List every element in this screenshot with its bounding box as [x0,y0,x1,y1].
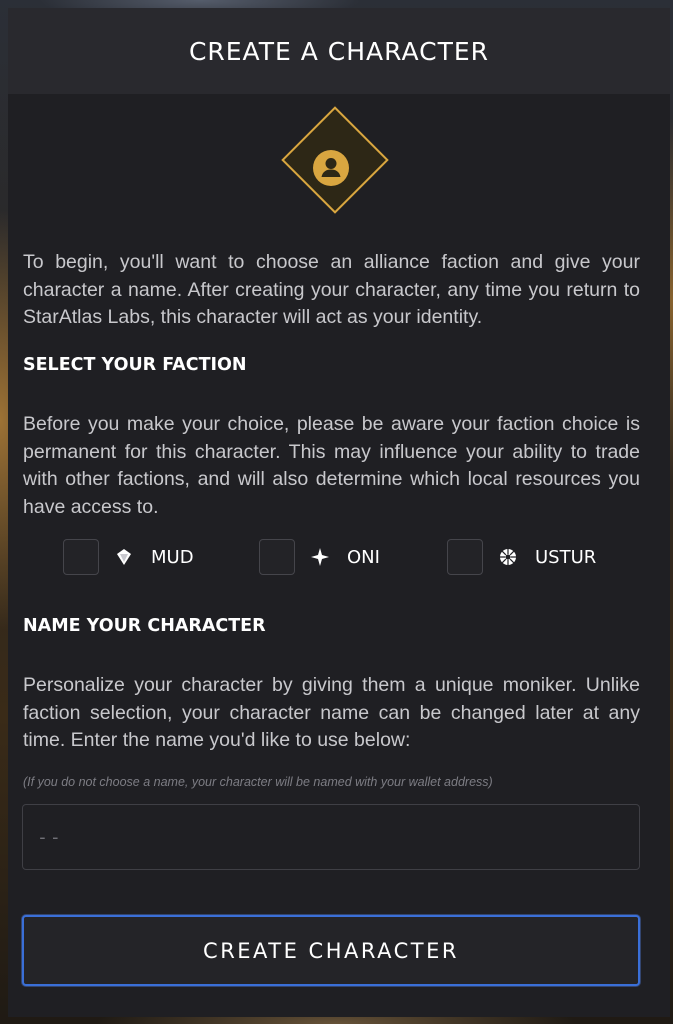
oni-faction-icon [311,548,329,566]
faction-description: Before you make your choice, please be a… [23,413,640,518]
intro-text: To begin, you'll want to choose an allia… [23,251,640,328]
name-hint: (If you do not choose a name, your chara… [23,775,493,789]
mud-label: MUD [151,546,194,568]
modal-title: CREATE A CHARACTER [188,36,490,66]
oni-label: ONI [347,546,380,568]
faction-option-mud[interactable]: MUD [63,538,194,576]
faction-heading: SELECT YOUR FACTION [23,355,247,375]
ustur-faction-icon [499,548,517,566]
mud-checkbox[interactable] [63,539,99,575]
character-name-input[interactable] [22,804,640,870]
name-description: Personalize your character by giving the… [23,674,640,751]
modal-header: CREATE A CHARACTER [8,8,670,94]
mud-faction-icon [115,548,133,566]
ustur-label: USTUR [535,546,597,568]
create-character-button[interactable]: CREATE CHARACTER [22,915,640,986]
name-heading: NAME YOUR CHARACTER [23,616,266,636]
user-circle-icon [313,150,349,186]
faction-option-ustur[interactable]: USTUR [447,538,596,576]
oni-checkbox[interactable] [259,539,295,575]
faction-option-oni[interactable]: ONI [259,538,380,576]
ustur-checkbox[interactable] [447,539,483,575]
